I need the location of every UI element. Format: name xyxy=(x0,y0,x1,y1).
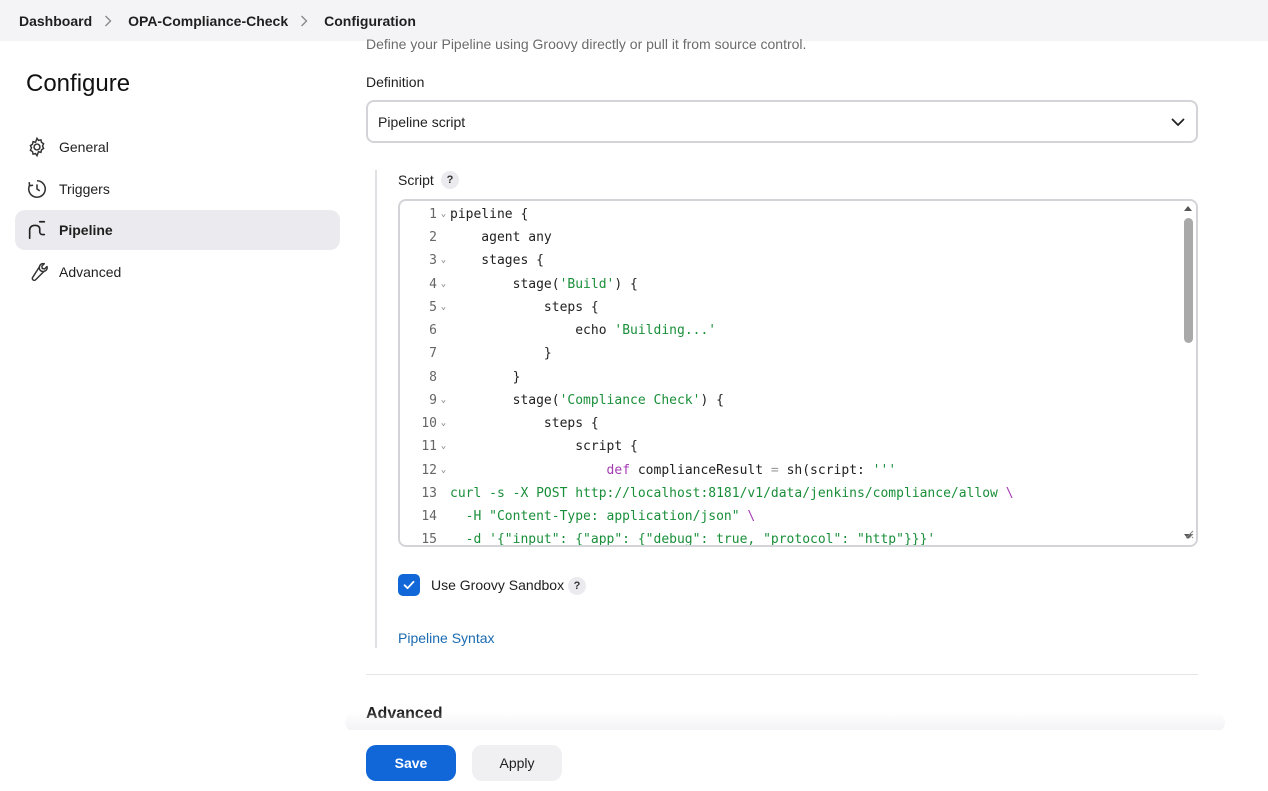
code-line: 3 ⌄ stages { xyxy=(429,252,544,268)
scroll-up-icon[interactable] xyxy=(1184,206,1192,211)
editor-scrollbar-thumb[interactable] xyxy=(1184,218,1193,343)
clock-icon xyxy=(26,178,48,200)
code-line: 8 } xyxy=(429,369,521,385)
groovy-sandbox-checkbox[interactable] xyxy=(398,574,420,596)
fold-arrow-icon[interactable]: ⌄ xyxy=(437,465,450,475)
sidebar-item-pipeline[interactable]: Pipeline xyxy=(15,210,340,250)
code-line: 13 curl -s -X POST http://localhost:8181/… xyxy=(421,485,1014,501)
breadcrumb: Dashboard OPA-Compliance-Check Configura… xyxy=(0,0,1268,41)
code-line: 6 echo 'Building...' xyxy=(429,322,717,338)
fold-arrow-icon[interactable]: ⌄ xyxy=(437,209,450,219)
code-line: 14 -H "Content-Type: application/json" \ xyxy=(421,508,756,524)
definition-select[interactable]: Pipeline script xyxy=(366,100,1198,143)
groovy-sandbox-label[interactable]: Use Groovy Sandbox xyxy=(431,577,564,593)
sidebar-item-label: Advanced xyxy=(59,264,122,280)
code-line: 11 ⌄ script { xyxy=(421,438,638,454)
pipeline-icon xyxy=(26,219,48,241)
code-line: 12 ⌄ def complianceResult = sh(script: ''… xyxy=(421,462,897,478)
section-divider xyxy=(366,674,1198,675)
breadcrumb-dashboard[interactable]: Dashboard xyxy=(19,13,92,29)
fold-arrow-icon[interactable]: ⌄ xyxy=(437,395,450,405)
code-line: 10 ⌄ steps { xyxy=(421,415,599,431)
definition-select-value: Pipeline script xyxy=(378,113,466,130)
sidebar-item-label: General xyxy=(59,139,109,155)
fold-arrow-icon[interactable]: ⌄ xyxy=(437,418,450,428)
code-line: 15 -d '{"input": {"app": {"debug": true,… xyxy=(421,531,936,547)
bottom-bar-shadow xyxy=(345,712,1225,732)
definition-description: Define your Pipeline using Groovy direct… xyxy=(366,36,807,52)
code-line: 1 ⌄ pipeline { xyxy=(429,206,529,222)
save-button[interactable]: Save xyxy=(366,745,456,781)
page-title: Configure xyxy=(26,70,131,97)
apply-button[interactable]: Apply xyxy=(472,745,562,781)
script-help-button[interactable]: ? xyxy=(441,171,459,189)
script-label: Script xyxy=(398,172,434,188)
sidebar-item-general[interactable]: General xyxy=(15,127,340,167)
checkmark-icon xyxy=(403,580,415,590)
section-divider xyxy=(375,170,377,648)
chevron-right-icon xyxy=(104,15,114,26)
chevron-right-icon xyxy=(300,15,310,26)
fold-arrow-icon[interactable]: ⌄ xyxy=(437,441,450,451)
code-line: 5 ⌄ steps { xyxy=(429,299,599,315)
fold-arrow-icon[interactable]: ⌄ xyxy=(437,279,450,289)
definition-label: Definition xyxy=(366,74,425,90)
sidebar-item-label: Pipeline xyxy=(59,222,113,238)
sandbox-help-button[interactable]: ? xyxy=(568,577,586,595)
breadcrumb-job[interactable]: OPA-Compliance-Check xyxy=(128,13,288,29)
wrench-icon xyxy=(26,261,48,283)
script-editor[interactable]: 1 ⌄ pipeline { 2 agent any 3 ⌄ stages { 4 ⌄ … xyxy=(398,199,1198,547)
sidebar-item-label: Triggers xyxy=(59,181,110,197)
sidebar-item-advanced[interactable]: Advanced xyxy=(15,252,340,292)
fold-arrow-icon[interactable]: ⌄ xyxy=(437,255,450,265)
code-line: 2 agent any xyxy=(429,229,552,245)
sidebar-item-triggers[interactable]: Triggers xyxy=(15,169,340,209)
code-line: 4 ⌄ stage('Build') { xyxy=(429,276,638,292)
fold-arrow-icon[interactable]: ⌄ xyxy=(437,302,450,312)
chevron-down-icon xyxy=(1170,114,1186,135)
gear-icon xyxy=(26,136,48,158)
resize-grip-icon[interactable] xyxy=(1184,528,1194,543)
code-line: 7 } xyxy=(429,345,552,361)
code-line: 9 ⌄ stage('Compliance Check') { xyxy=(429,392,724,408)
pipeline-syntax-link[interactable]: Pipeline Syntax xyxy=(398,630,495,646)
breadcrumb-configuration[interactable]: Configuration xyxy=(324,13,416,29)
